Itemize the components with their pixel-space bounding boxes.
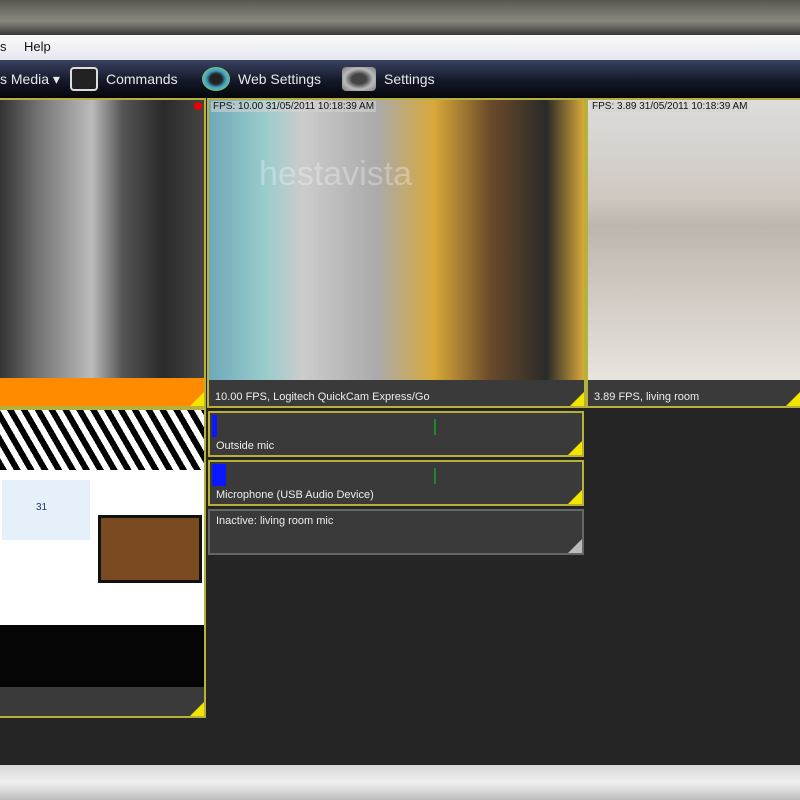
status-bar — [0, 378, 204, 406]
camera-caption: 10.00 FPS, Logitech QuickCam Express/Go — [215, 391, 430, 403]
window-frame-bottom — [0, 765, 800, 800]
level-meter — [212, 464, 226, 486]
resize-handle-icon[interactable] — [786, 392, 800, 406]
mic-tile-usb[interactable]: Microphone (USB Audio Device) — [208, 460, 584, 506]
resize-handle-icon[interactable] — [190, 702, 204, 716]
peak-marker — [434, 468, 436, 484]
media-button[interactable]: s Media ▾ — [0, 66, 60, 92]
commands-icon — [70, 67, 98, 91]
recording-indicator-icon — [194, 102, 202, 110]
menu-item-view[interactable]: s — [0, 39, 7, 54]
screen-feed: 31 — [0, 410, 204, 625]
resize-handle-icon[interactable] — [568, 539, 582, 553]
toolbar: s Media ▾ Commands Web Settings Settings — [0, 60, 800, 98]
mic-label: Inactive: living room mic — [216, 515, 334, 527]
mic-label: Outside mic — [216, 440, 275, 452]
calendar-day: 31 — [36, 502, 48, 513]
resize-handle-icon[interactable] — [570, 392, 584, 406]
globe-icon — [202, 67, 230, 91]
window-frame-top — [0, 0, 800, 35]
media-label: s Media ▾ — [0, 70, 60, 87]
web-settings-label: Web Settings — [238, 71, 322, 87]
settings-button[interactable]: Settings — [342, 66, 435, 92]
peak-marker — [434, 419, 436, 435]
menu-bar: s Help — [0, 35, 800, 60]
settings-icon — [342, 67, 376, 91]
camera-caption: 3.89 FPS, living room — [594, 391, 700, 403]
resize-handle-icon[interactable] — [568, 490, 582, 504]
camera-feed — [0, 100, 204, 378]
camera-feed — [209, 100, 584, 380]
menu-item-help[interactable]: Help — [24, 39, 51, 54]
commands-button[interactable]: Commands — [70, 66, 178, 92]
watermark: hestavista — [259, 155, 413, 193]
camera-grid: FPS: 10.00 31/05/2011 10:18:39 AM hestav… — [0, 98, 800, 765]
resize-handle-icon[interactable] — [568, 441, 582, 455]
settings-label: Settings — [384, 71, 435, 87]
level-meter — [212, 415, 217, 437]
camera-feed — [588, 100, 800, 380]
camera-tile-quickcam[interactable]: FPS: 10.00 31/05/2011 10:18:39 AM hestav… — [207, 98, 586, 408]
camera-tile-screen-capture[interactable]: 31 — [0, 408, 206, 718]
timestamp-overlay: FPS: 3.89 31/05/2011 10:18:39 AM — [590, 101, 750, 112]
timestamp-overlay: FPS: 10.00 31/05/2011 10:18:39 AM — [211, 101, 377, 112]
resize-handle-icon[interactable] — [190, 392, 204, 406]
mic-label: Microphone (USB Audio Device) — [216, 489, 374, 501]
camera-tile-outdoor[interactable] — [0, 98, 206, 408]
mic-tile-outside[interactable]: Outside mic — [208, 411, 584, 457]
camera-tile-living-room[interactable]: FPS: 3.89 31/05/2011 10:18:39 AM 3.89 FP… — [586, 98, 800, 408]
mic-tile-living-room[interactable]: Inactive: living room mic — [208, 509, 584, 555]
commands-label: Commands — [106, 71, 178, 87]
web-settings-button[interactable]: Web Settings — [202, 66, 321, 92]
